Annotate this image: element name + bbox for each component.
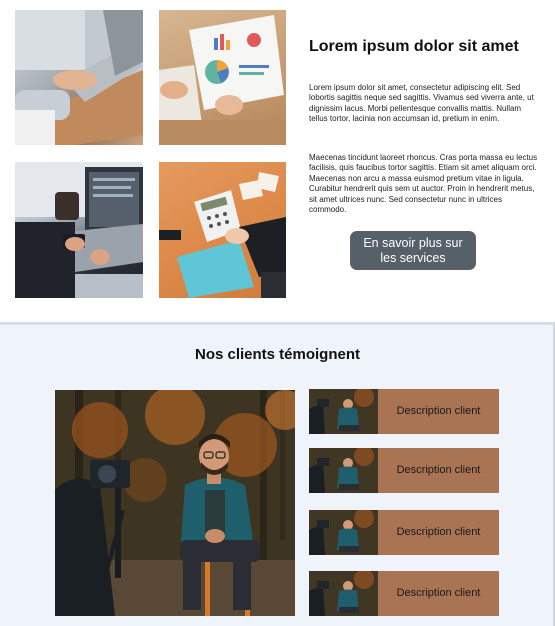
testimonial-main-photo <box>55 390 295 616</box>
client-thumbnail <box>309 389 378 434</box>
services-button[interactable]: En savoir plus sur les services <box>350 231 476 270</box>
client-thumbnail <box>309 510 378 555</box>
testimonial-card[interactable]: Description client <box>309 389 499 434</box>
testimonial-card[interactable]: Description client <box>309 448 499 493</box>
intro-section: Lorem ipsum dolor sit amet Lorem ipsum d… <box>0 0 555 322</box>
client-thumbnail <box>309 448 378 493</box>
photo-laptop-phone <box>15 162 143 298</box>
photo-calculator-desk <box>159 162 286 298</box>
intro-title: Lorem ipsum dolor sit amet <box>309 38 519 55</box>
photo-infographic-documents <box>159 10 286 145</box>
client-description: Description client <box>396 405 481 417</box>
client-description: Description client <box>396 526 481 538</box>
testimonials-section: Nos clients témoignent Description clien… <box>0 325 555 626</box>
intro-paragraph-1: Lorem ipsum dolor sit amet, consectetur … <box>309 83 534 124</box>
intro-paragraph-2: Maecenas tincidunt laoreet rhoncus. Cras… <box>309 153 538 215</box>
testimonial-card[interactable]: Description client <box>309 571 499 616</box>
photo-laptop-typing <box>15 10 143 145</box>
testimonials-title: Nos clients témoignent <box>194 346 361 363</box>
client-thumbnail <box>309 571 378 616</box>
client-description: Description client <box>396 587 481 599</box>
testimonial-card[interactable]: Description client <box>309 510 499 555</box>
client-description: Description client <box>396 464 481 476</box>
